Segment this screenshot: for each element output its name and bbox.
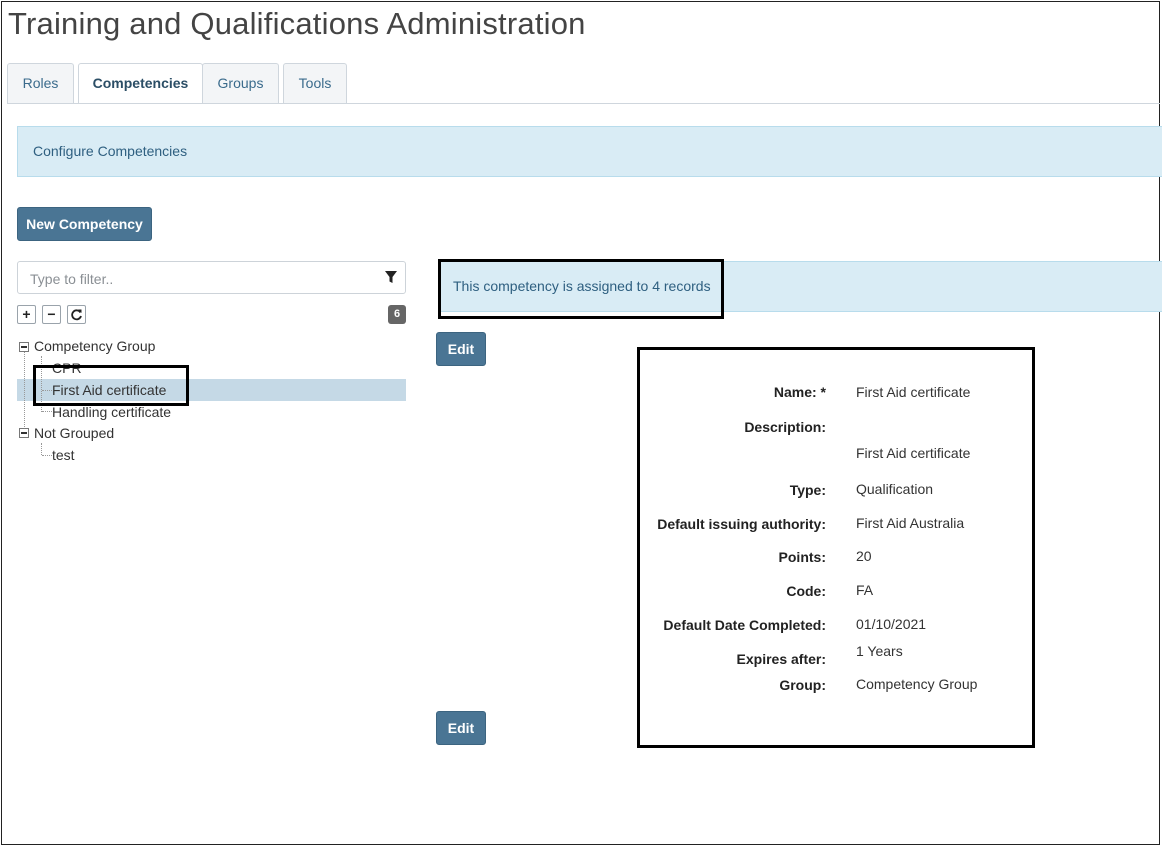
tab-tools[interactable]: Tools xyxy=(283,63,347,103)
count-badge: 6 xyxy=(388,305,406,324)
edit-button-bottom[interactable]: Edit xyxy=(436,711,486,745)
refresh-button[interactable] xyxy=(67,305,86,324)
collapse-toggle-icon[interactable] xyxy=(19,428,29,438)
tree-node-not-grouped[interactable]: Not Grouped xyxy=(34,422,114,444)
collapse-all-button[interactable]: − xyxy=(42,305,61,324)
annotation-box-assigned xyxy=(438,259,724,319)
refresh-icon xyxy=(71,309,82,321)
tab-roles[interactable]: Roles xyxy=(7,63,74,103)
tab-competencies[interactable]: Competencies xyxy=(78,63,203,104)
filter-icon[interactable] xyxy=(385,271,397,284)
configure-info-bar: Configure Competencies xyxy=(17,126,1162,177)
filter-input[interactable] xyxy=(28,262,372,295)
tab-groups[interactable]: Groups xyxy=(202,63,279,103)
new-competency-button[interactable]: New Competency xyxy=(17,207,152,241)
collapse-toggle-icon[interactable] xyxy=(19,342,29,352)
tree-node-test[interactable]: test xyxy=(52,444,75,466)
edit-button-top[interactable]: Edit xyxy=(436,332,486,366)
tabs-divider xyxy=(7,103,1160,104)
expand-all-button[interactable]: + xyxy=(17,305,36,324)
filter-box xyxy=(17,261,406,295)
annotation-box-tree xyxy=(33,365,189,406)
page-title: Training and Qualifications Administrati… xyxy=(8,6,586,41)
tree-node-competency-group[interactable]: Competency Group xyxy=(34,335,155,357)
annotation-box-details xyxy=(637,347,1035,748)
